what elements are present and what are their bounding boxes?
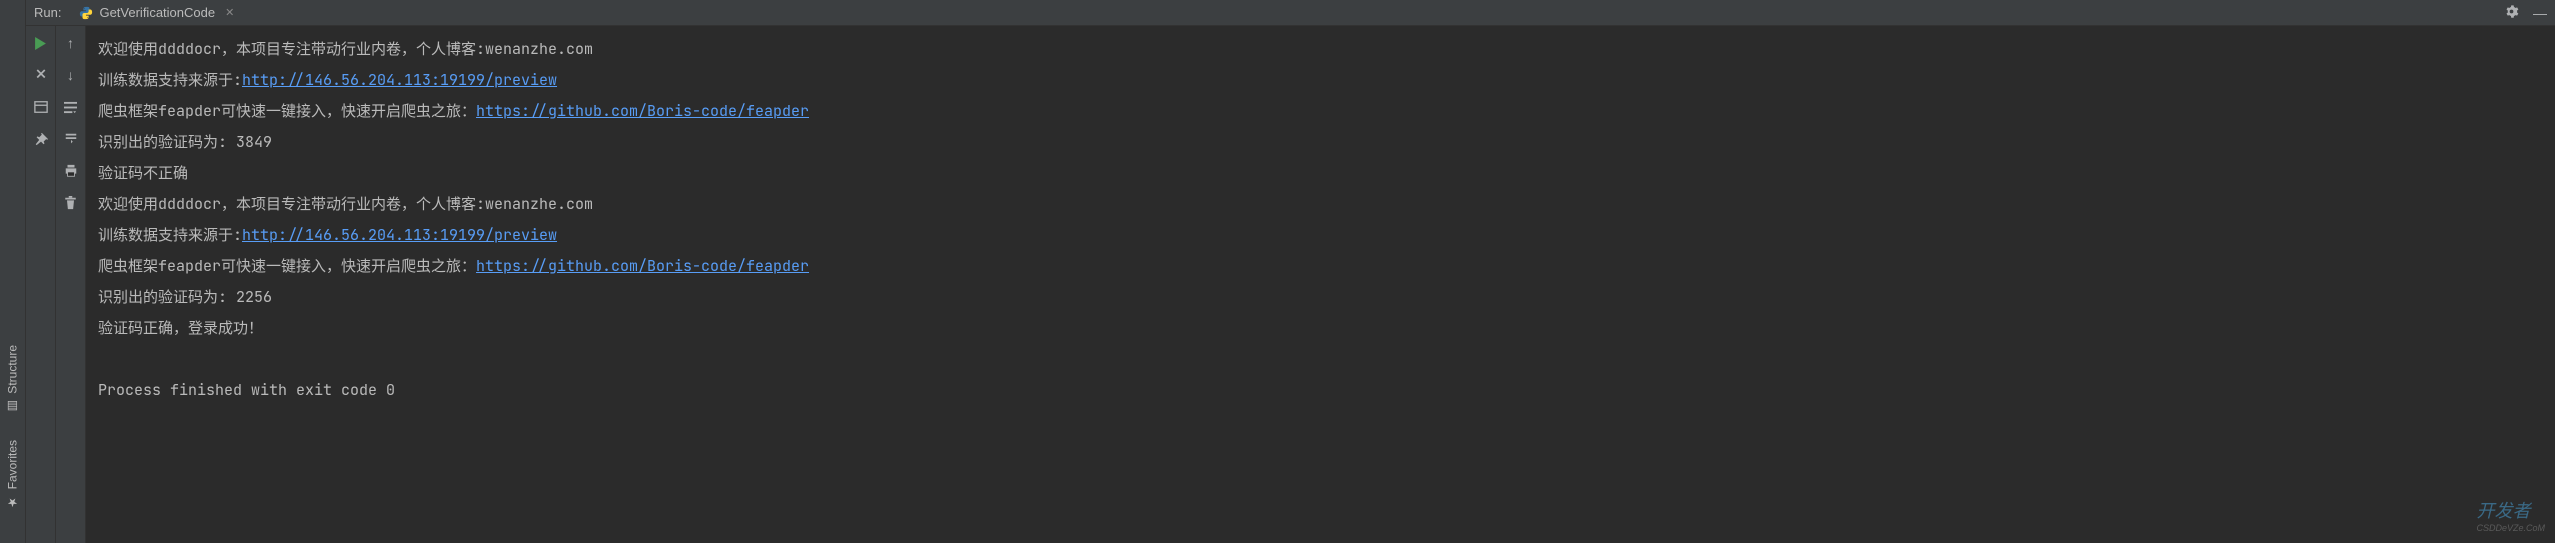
stop-and-rerun-button[interactable]: [31, 66, 51, 84]
console-line: 欢迎使用ddddocr，本项目专注带动行业内卷，个人博客:wenanzhe.co…: [98, 34, 2543, 65]
console-text: 训练数据支持来源于:: [98, 225, 242, 245]
trash-button[interactable]: [61, 194, 81, 212]
favorites-tool-tab[interactable]: ★ Favorites: [0, 428, 25, 523]
console-link[interactable]: https://github.com/Boris-code/feapder: [476, 101, 809, 121]
header-left: Run: GetVerificationCode ✕: [34, 2, 240, 23]
tab-name: GetVerificationCode: [99, 5, 215, 20]
run-config-tab[interactable]: GetVerificationCode ✕: [73, 2, 240, 23]
console-line: 训练数据支持来源于:http://146.56.204.113:19199/pr…: [98, 220, 2543, 251]
console-line: 欢迎使用ddddocr，本项目专注带动行业内卷，个人博客:wenanzhe.co…: [98, 189, 2543, 220]
console-output[interactable]: 欢迎使用ddddocr，本项目专注带动行业内卷，个人博客:wenanzhe.co…: [86, 26, 2555, 543]
console-line: 爬虫框架feapder可快速一键接入，快速开启爬虫之旅：https://gith…: [98, 251, 2543, 282]
close-tab-icon[interactable]: ✕: [225, 6, 234, 19]
run-actions-gutter: [26, 26, 56, 543]
console-text: 爬虫框架feapder可快速一键接入，快速开启爬虫之旅：: [98, 256, 476, 276]
left-tool-stripe: ▤ Structure ★ Favorites: [0, 0, 26, 543]
pin-button[interactable]: [31, 130, 51, 148]
console-line: 验证码不正确: [98, 158, 2543, 189]
up-button[interactable]: ↑: [61, 34, 81, 52]
structure-label: Structure: [6, 345, 20, 394]
console-line: 爬虫框架feapder可快速一键接入，快速开启爬虫之旅：https://gith…: [98, 96, 2543, 127]
python-file-icon: [79, 6, 93, 20]
console-line: Process finished with exit code 0: [98, 375, 2543, 406]
console-link[interactable]: http://146.56.204.113:19199/preview: [242, 70, 557, 90]
console-line: 识别出的验证码为: 3849: [98, 127, 2543, 158]
console-link[interactable]: https://github.com/Boris-code/feapder: [476, 256, 809, 276]
down-button[interactable]: ↓: [61, 66, 81, 84]
print-button[interactable]: [61, 162, 81, 180]
console-link[interactable]: http://146.56.204.113:19199/preview: [242, 225, 557, 245]
console-line: [98, 344, 2543, 375]
scroll-to-end-button[interactable]: [61, 130, 81, 148]
tool-window-body: ↑ ↓ 欢迎使用ddddocr，本项目专注带动行业内卷，个人博客:wenanzh…: [26, 26, 2555, 543]
structure-tool-tab[interactable]: ▤ Structure: [0, 333, 25, 428]
soft-wrap-button[interactable]: [61, 98, 81, 116]
run-label: Run:: [34, 5, 61, 20]
console-text: 爬虫框架feapder可快速一键接入，快速开启爬虫之旅：: [98, 101, 476, 121]
header-right: —: [2504, 4, 2547, 22]
gear-icon[interactable]: [2504, 4, 2519, 22]
rerun-button[interactable]: [31, 34, 51, 52]
console-line: 验证码正确，登录成功！: [98, 313, 2543, 344]
layout-button[interactable]: [31, 98, 51, 116]
console-text: 训练数据支持来源于:: [98, 70, 242, 90]
hide-icon[interactable]: —: [2533, 5, 2547, 21]
structure-icon: ▤: [6, 400, 20, 414]
run-tool-window: Run: GetVerificationCode ✕ —: [26, 0, 2555, 543]
console-line: 训练数据支持来源于:http://146.56.204.113:19199/pr…: [98, 65, 2543, 96]
output-actions-gutter: ↑ ↓: [56, 26, 86, 543]
console-line: 识别出的验证码为: 2256: [98, 282, 2543, 313]
star-icon: ★: [6, 495, 20, 509]
favorites-label: Favorites: [6, 440, 20, 489]
tool-window-header: Run: GetVerificationCode ✕ —: [26, 0, 2555, 26]
